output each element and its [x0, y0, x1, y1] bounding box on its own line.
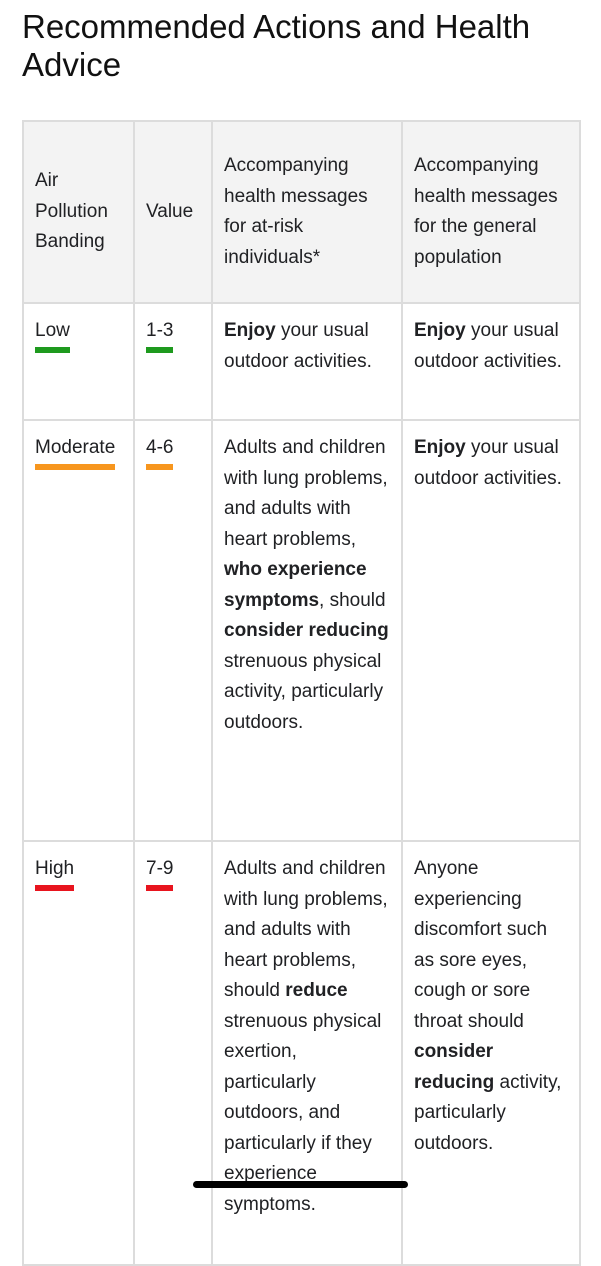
value-label: 4-6: [146, 433, 174, 469]
band-cell: Moderate: [22, 419, 135, 842]
at-risk-message: Adults and children with lung problems, …: [211, 419, 403, 842]
value-label: 7-9: [146, 854, 174, 890]
emphasis-text: consider reducing: [414, 1041, 495, 1093]
band-cell: High: [22, 840, 135, 1266]
band-label: Low: [35, 316, 70, 352]
value-cell: 1-3: [133, 302, 213, 421]
at-risk-message: Enjoy your usual outdoor activities.: [211, 302, 403, 421]
emphasis-text: Enjoy: [414, 437, 466, 458]
band-label: High: [35, 854, 75, 890]
general-message: Enjoy your usual outdoor activities.: [401, 419, 581, 842]
header-at-risk: Accompanying health messages for at-risk…: [211, 120, 403, 304]
header-banding: Air Pollution Banding: [22, 120, 135, 304]
band-label: Moderate: [35, 433, 116, 469]
home-indicator[interactable]: [193, 1181, 408, 1188]
general-message: Anyone experiencing discomfort such as s…: [401, 840, 581, 1266]
message-text: strenuous physical activity, particularl…: [224, 650, 384, 733]
emphasis-text: Enjoy: [414, 320, 466, 341]
table-row: Low 1-3 Enjoy your usual outdoor activitie…: [22, 302, 581, 421]
at-risk-message: Adults and children with lung problems, …: [211, 840, 403, 1266]
page-title: Recommended Actions and Health Advice: [22, 8, 531, 83]
table-row: High 7-9 Adults and children with lung pro…: [22, 840, 581, 1266]
general-message: Enjoy your usual outdoor activities.: [401, 302, 581, 421]
message-text: , should: [319, 589, 386, 611]
value-cell: 4-6: [133, 419, 213, 842]
header-general: Accompanying health messages for the gen…: [401, 120, 581, 304]
message-text: Adults and children with lung problems, …: [224, 437, 388, 550]
health-advice-table: Air Pollution Banding Value Accompanying…: [22, 120, 581, 1266]
table-row: Moderate 4-6 Adults and children with lung…: [22, 419, 581, 842]
header-value: Value: [133, 120, 213, 304]
message-text: Anyone experiencing discomfort such as s…: [414, 858, 548, 1032]
emphasis-text: consider reducing: [224, 620, 389, 641]
band-cell: Low: [22, 302, 135, 421]
value-label: 1-3: [146, 316, 174, 352]
emphasis-text: reduce: [285, 980, 348, 1001]
table-header-row: Air Pollution Banding Value Accompanying…: [22, 120, 581, 304]
emphasis-text: Enjoy: [224, 320, 276, 341]
value-cell: 7-9: [133, 840, 213, 1266]
